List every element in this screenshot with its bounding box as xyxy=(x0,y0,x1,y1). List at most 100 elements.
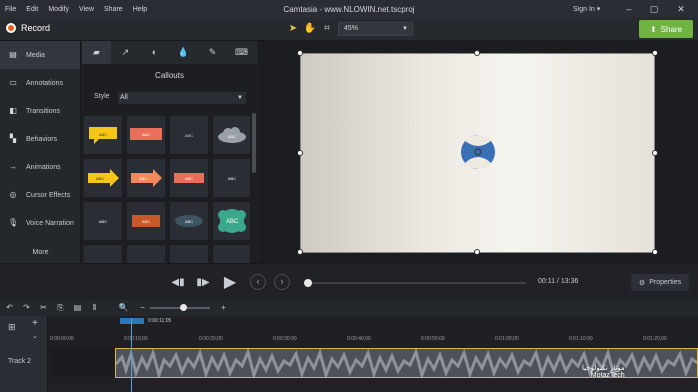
ruler-tick: 0:01:10;00 xyxy=(569,336,593,342)
resize-handle[interactable] xyxy=(652,150,658,156)
next-frame-icon[interactable]: › xyxy=(274,274,290,290)
sidebar-item-cursor-effects[interactable]: ◎ Cursor Effects xyxy=(0,181,80,209)
step-forward-icon[interactable]: ▮▶ xyxy=(195,275,211,291)
panel-scrollbar[interactable] xyxy=(252,113,256,173)
zoom-out-icon[interactable]: − xyxy=(137,302,148,313)
sidebar-item-label: Media xyxy=(26,51,46,59)
callout-tab-icon[interactable]: ▰ xyxy=(82,41,111,64)
redo-icon[interactable]: ↷ xyxy=(21,302,32,313)
track-header-panel: ⊞ + ⌄ xyxy=(0,316,48,392)
zoom-dropdown[interactable]: 45% ▼ xyxy=(338,22,413,36)
callout-thumbnail[interactable]: ABC xyxy=(213,202,250,240)
playhead-marker[interactable] xyxy=(120,318,144,324)
sign-in-link[interactable]: Sign In ▾ xyxy=(573,5,600,13)
cloud-callout-icon: ABC xyxy=(218,127,246,143)
sidebar-item-animations[interactable]: → Animations xyxy=(0,153,80,181)
resize-handle[interactable] xyxy=(297,150,303,156)
callout-thumbnail[interactable]: ABC xyxy=(84,116,122,154)
cut-icon[interactable]: ✂ xyxy=(38,302,49,313)
sketch-tab-icon[interactable]: ✎ xyxy=(198,41,227,64)
callout-thumbnail[interactable]: ABC xyxy=(213,159,250,197)
callout-thumbnail[interactable]: ABC xyxy=(213,116,250,154)
resize-handle[interactable] xyxy=(474,249,480,255)
preview-canvas[interactable] xyxy=(300,53,655,253)
style-dropdown[interactable]: All ▼ xyxy=(118,92,246,104)
callout-thumbnail[interactable]: ABC xyxy=(170,116,208,154)
callout-thumbnail[interactable]: ABC xyxy=(170,202,208,240)
step-back-icon[interactable]: ◀▮ xyxy=(170,275,186,291)
close-icon[interactable]: ✕ xyxy=(674,2,688,16)
properties-button[interactable]: ⚙ Properties xyxy=(631,274,689,291)
arrow-tab-icon[interactable]: ↗ xyxy=(111,41,140,64)
timeline-zoom-knob[interactable] xyxy=(180,304,187,311)
undo-icon[interactable]: ↶ xyxy=(4,302,15,313)
timeline-toolbar: ↶ ↷ ✂ ⎘ ▤ ⫴ 🔍 − + xyxy=(0,300,698,316)
scrubber-knob[interactable] xyxy=(304,279,312,287)
sidebar-item-transitions[interactable]: ◧ Transitions xyxy=(0,97,80,125)
speech-callout-icon: ABC xyxy=(89,127,117,144)
pointer-tool-icon[interactable]: ➤ xyxy=(286,22,300,36)
time-current: 00:11 xyxy=(538,278,555,285)
minimize-icon[interactable]: – xyxy=(622,2,636,16)
sidebar-item-voice-narration[interactable]: 🎙 Voice Narration xyxy=(0,209,80,237)
paste-icon[interactable]: ▤ xyxy=(72,302,83,313)
sidebar-item-annotations[interactable]: ▭ Annotations xyxy=(0,69,80,97)
blur-tab-icon[interactable]: 💧 xyxy=(169,41,198,64)
menu-edit[interactable]: Edit xyxy=(21,6,43,13)
zoom-in-icon[interactable]: + xyxy=(218,302,229,313)
copy-icon[interactable]: ⎘ xyxy=(55,302,66,313)
microphone-icon: 🎙 xyxy=(8,218,19,227)
keystroke-tab-icon[interactable]: ⌨ xyxy=(227,41,256,64)
callout-thumbnail[interactable]: ABC xyxy=(84,202,122,240)
add-track-icon[interactable]: + xyxy=(32,318,38,329)
ruler-tick: 0:00:00;00 xyxy=(50,336,74,342)
more-button[interactable]: More xyxy=(0,249,81,256)
resize-handle[interactable] xyxy=(474,50,480,56)
menu-modify[interactable]: Modify xyxy=(43,6,74,13)
time-separator: / xyxy=(556,278,559,285)
resize-handle[interactable] xyxy=(652,50,658,56)
transitions-icon: ◧ xyxy=(9,106,17,115)
time-total: 13:36 xyxy=(560,278,579,285)
svg-text:ABC: ABC xyxy=(96,176,104,181)
previous-frame-icon[interactable]: ‹ xyxy=(250,274,266,290)
gear-icon: ⚙ xyxy=(638,279,646,287)
callout-thumbnail[interactable]: ABC xyxy=(170,159,208,197)
crop-tool-icon[interactable]: ⌗ xyxy=(320,22,334,36)
chevron-down-icon[interactable]: ⌄ xyxy=(32,332,38,340)
split-icon[interactable]: ⫴ xyxy=(89,302,100,313)
hand-tool-icon[interactable]: ✋ xyxy=(303,22,317,36)
callout-thumbnail[interactable]: ABC xyxy=(127,202,165,240)
callout-thumbnail[interactable] xyxy=(170,245,208,263)
track-name: Track 2 xyxy=(8,358,32,365)
share-button[interactable]: ⬆ Share xyxy=(639,20,693,38)
menu-help[interactable]: Help xyxy=(128,6,152,13)
svg-text:ABC: ABC xyxy=(142,132,150,137)
callout-thumbnail[interactable] xyxy=(127,245,165,263)
callout-thumbnail[interactable]: ABC xyxy=(127,159,165,197)
playback-scrubber[interactable] xyxy=(304,279,526,287)
maximize-icon[interactable]: ▢ xyxy=(647,2,661,16)
ruler-tick: 0:01:20;00 xyxy=(643,336,667,342)
style-label: Style xyxy=(94,93,110,100)
annotation-tabs: ▰ ↗ ◐ 💧 ✎ ⌨ xyxy=(82,41,257,64)
timeline-ruler[interactable]: 0:00:00;00 0:00:10;00 0:00:20;00 0:00:30… xyxy=(0,316,698,347)
zoom-search-icon[interactable]: 🔍 xyxy=(118,302,129,313)
ruler-tick: 0:00:30;00 xyxy=(273,336,297,342)
menu-view[interactable]: View xyxy=(74,6,99,13)
callout-thumbnail[interactable]: ABC xyxy=(127,116,165,154)
resize-handle[interactable] xyxy=(297,50,303,56)
menubar: File Edit Modify View Share Help Camtasi… xyxy=(0,0,698,18)
resize-handle[interactable] xyxy=(297,249,303,255)
shape-tab-icon[interactable]: ◐ xyxy=(140,41,169,64)
play-icon[interactable]: ▶ xyxy=(220,275,240,291)
sidebar-item-media[interactable]: ▤ Media xyxy=(0,41,80,69)
record-button[interactable]: Record xyxy=(6,23,50,33)
sidebar-item-behaviors[interactable]: ▚ Behaviors xyxy=(0,125,80,153)
resize-handle[interactable] xyxy=(652,249,658,255)
menu-file[interactable]: File xyxy=(0,6,21,13)
callout-thumbnail[interactable] xyxy=(213,245,250,263)
callout-thumbnail[interactable] xyxy=(84,245,122,263)
menu-share[interactable]: Share xyxy=(99,6,128,13)
callout-thumbnail[interactable]: ABC xyxy=(84,159,122,197)
